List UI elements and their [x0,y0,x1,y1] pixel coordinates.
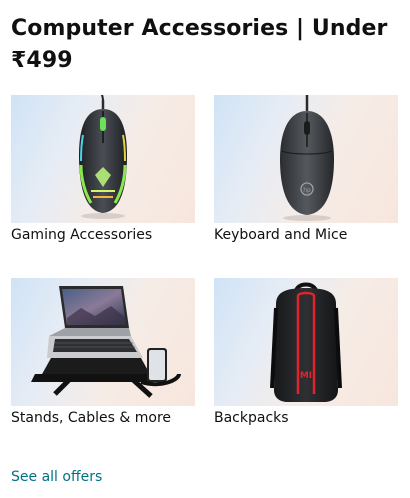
tile-label[interactable]: Stands, Cables & more [11,409,201,427]
laptop-stand-icon [31,286,181,398]
tile-stands-cables[interactable]: Stands, Cables & more [11,278,195,430]
backpack-icon: MI [270,282,342,402]
mouse-icon: hp [280,95,334,221]
tile-gaming-accessories[interactable]: Gaming Accessories [11,95,195,247]
tile-image[interactable]: hp [214,95,398,223]
tile-image[interactable] [11,95,195,223]
tile-image[interactable]: MI [214,278,398,406]
tile-backpacks[interactable]: MI Backpacks [214,278,398,430]
card-title: Computer Accessories | Under ₹499 [11,16,388,73]
gaming-mouse-icon [79,95,127,219]
tile-label[interactable]: Keyboard and Mice [214,226,404,244]
tile-keyboard-and-mice[interactable]: hp Keyboard and Mice [214,95,398,247]
svg-text:hp: hp [303,187,311,194]
tile-image[interactable] [11,278,195,406]
see-all-offers-link[interactable]: See all offers [11,468,102,486]
svg-text:MI: MI [300,371,312,381]
tile-label[interactable]: Backpacks [214,409,404,427]
tile-label[interactable]: Gaming Accessories [11,226,201,244]
offer-card: Computer Accessories | Under ₹499 Gaming… [0,0,410,498]
